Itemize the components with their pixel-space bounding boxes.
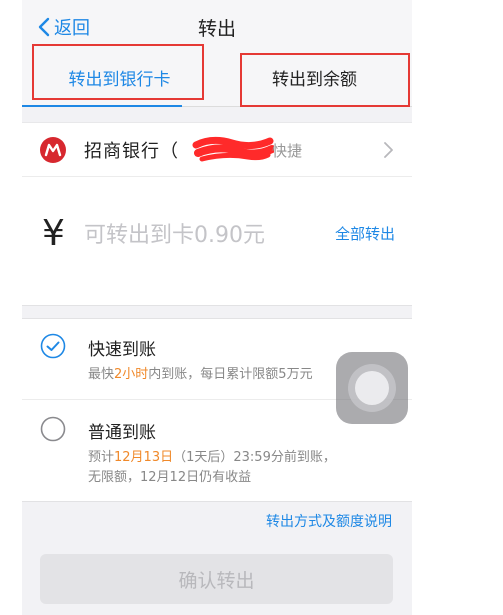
tab-bar: 转出到银行卡 转出到余额 bbox=[22, 52, 412, 107]
confirm-transfer-button[interactable]: 确认转出 bbox=[40, 554, 393, 604]
option-description: 预计12月13日（1天后）23:59分前到账， 无限额，12月12日仍有收益 bbox=[88, 450, 336, 485]
page-title: 转出 bbox=[197, 18, 236, 40]
nav-bar: 返回 转出 bbox=[22, 0, 412, 52]
chevron-right-icon bbox=[384, 142, 393, 158]
bank-name: 招商银行（ bbox=[84, 141, 179, 162]
tab-to-balance[interactable]: 转出到余额 bbox=[217, 52, 412, 106]
currency-symbol: ¥ bbox=[42, 213, 65, 254]
amount-row: ¥ 全部转出 bbox=[22, 177, 412, 304]
transfer-all-button[interactable]: 全部转出 bbox=[335, 223, 395, 244]
cmb-bank-logo-icon bbox=[40, 137, 66, 163]
redaction-scribble bbox=[192, 136, 274, 162]
radio-checked-icon bbox=[40, 333, 66, 359]
option-title: 普通到账 bbox=[88, 423, 156, 443]
transfer-card: 招商银行（ 快捷 ¥ 全部转出 bbox=[22, 122, 412, 306]
active-tab-indicator bbox=[22, 105, 182, 107]
tab-to-bank-card[interactable]: 转出到银行卡 bbox=[22, 52, 217, 106]
limit-info-link[interactable]: 转出方式及额度说明 bbox=[266, 511, 392, 531]
option-title: 快速到账 bbox=[88, 340, 156, 360]
bank-selector[interactable]: 招商银行（ 快捷 bbox=[22, 123, 412, 177]
assistive-touch-center bbox=[355, 371, 389, 405]
phone-screen: 返回 转出 转出到银行卡 转出到余额 招商银行（ 快捷 ¥ 可转出到卡0.90元… bbox=[22, 0, 412, 615]
bank-tag: 快捷 bbox=[272, 142, 303, 160]
radio-unchecked-icon bbox=[40, 416, 66, 442]
amount-input[interactable] bbox=[84, 217, 324, 253]
assistive-touch-button[interactable] bbox=[336, 352, 408, 424]
